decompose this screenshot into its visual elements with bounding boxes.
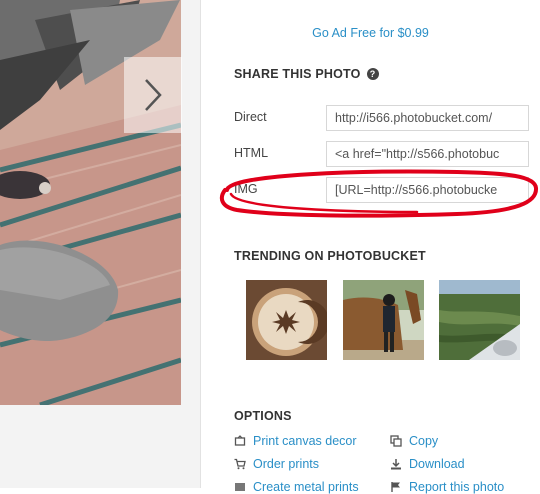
- flag-icon: [390, 481, 402, 493]
- options-title: OPTIONS: [234, 409, 292, 423]
- help-icon[interactable]: ?: [366, 68, 379, 80]
- panel-divider: [200, 0, 201, 488]
- order-prints-label: Order prints: [253, 457, 319, 471]
- latte-art-moon-thumbnail[interactable]: [246, 280, 327, 360]
- share-title-text: SHARE THIS PHOTO: [234, 67, 361, 81]
- next-photo-button[interactable]: [124, 57, 182, 133]
- img-code-input[interactable]: [URL=http://s566.photobucke: [326, 177, 529, 203]
- copy-icon: [390, 435, 402, 447]
- copy-link[interactable]: Copy: [390, 434, 438, 448]
- go-ad-free-link[interactable]: Go Ad Free for $0.99: [201, 26, 540, 40]
- print-canvas-decor-label: Print canvas decor: [253, 434, 357, 448]
- girl-with-horse-thumbnail[interactable]: [343, 280, 424, 360]
- report-photo-link[interactable]: Report this photo: [390, 480, 504, 494]
- download-label: Download: [409, 457, 465, 471]
- share-row-html: HTML <a href="http://s566.photobuc: [234, 141, 534, 167]
- img-label: IMG: [234, 182, 258, 196]
- share-section-title: SHARE THIS PHOTO?: [234, 67, 379, 81]
- download-link[interactable]: Download: [390, 457, 465, 471]
- order-prints-link[interactable]: Order prints: [234, 457, 319, 471]
- copy-label: Copy: [409, 434, 439, 448]
- cart-icon: [234, 458, 246, 470]
- print-canvas-decor-link[interactable]: Print canvas decor: [234, 434, 357, 448]
- photo-viewer: [0, 0, 200, 488]
- download-icon: [390, 458, 402, 470]
- html-code-input[interactable]: <a href="http://s566.photobuc: [326, 141, 529, 167]
- chevron-right-icon: [145, 79, 162, 111]
- create-metal-prints-link[interactable]: Create metal prints: [234, 480, 359, 494]
- canvas-icon: [234, 435, 246, 447]
- share-row-direct: Direct http://i566.photobucket.com/: [234, 105, 534, 131]
- metal-print-icon: [234, 481, 246, 493]
- direct-label: Direct: [234, 110, 267, 124]
- airplane-wing-aerial-thumbnail[interactable]: [439, 280, 520, 360]
- html-label: HTML: [234, 146, 269, 160]
- create-metal-prints-label: Create metal prints: [253, 480, 359, 494]
- direct-link-input[interactable]: http://i566.photobucket.com/: [326, 105, 529, 131]
- share-row-img: IMG [URL=http://s566.photobucke: [234, 177, 534, 203]
- trending-title: TRENDING ON PHOTOBUCKET: [234, 249, 426, 263]
- report-photo-label: Report this photo: [409, 480, 505, 494]
